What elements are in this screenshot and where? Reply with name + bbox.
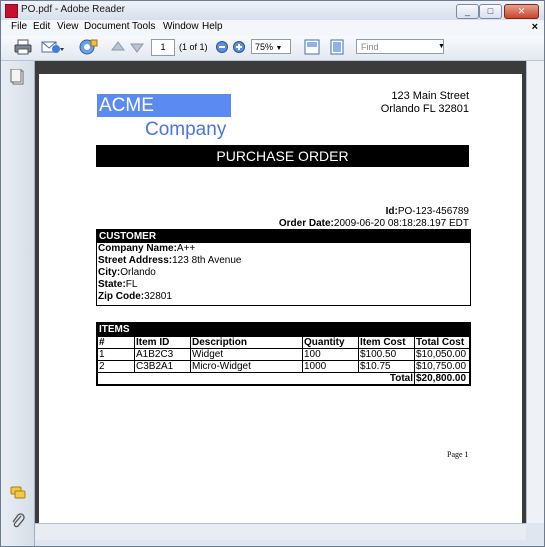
items-header-row: # Item ID Description Quantity Item Cost… [97, 336, 470, 349]
attachments-paperclip-icon[interactable] [10, 513, 26, 529]
maximize-button[interactable]: □ [479, 4, 502, 19]
close-button[interactable]: ✕ [504, 4, 539, 19]
previous-page-icon[interactable] [110, 39, 126, 56]
po-id-label: Id: [385, 206, 398, 217]
vertical-scrollbar[interactable] [526, 61, 544, 523]
app-window: PO.pdf - Adobe Reader _ □ ✕ File Edit Vi… [0, 0, 545, 547]
total-value: $20,800.00 [414, 372, 470, 385]
menu-window[interactable]: Window [163, 21, 199, 32]
table-cell: $10.75 [358, 360, 415, 373]
table-cell: 2 [97, 360, 135, 373]
column-header: Total Cost [414, 336, 470, 349]
column-header: Quantity [302, 336, 359, 349]
column-header: Description [190, 336, 303, 349]
table-cell: Micro-Widget [190, 360, 303, 373]
items-box: ITEMS # Item ID Description Quantity Ite… [96, 322, 471, 386]
menu-edit[interactable]: Edit [33, 21, 50, 32]
order-date: Order Date:2009-06-20 08:18:28.197 EDT [279, 218, 469, 229]
zoom-select[interactable]: 75% ▼ [251, 39, 291, 54]
column-header: # [97, 336, 135, 349]
table-row: 2 C3B2A1 Micro-Widget 1000 $10.75 $10,75… [97, 360, 470, 373]
fit-width-icon[interactable] [303, 39, 321, 56]
menu-help[interactable]: Help [202, 21, 223, 32]
customer-row: State:FL [98, 279, 138, 290]
email-icon[interactable] [41, 39, 65, 56]
items-heading: ITEMS [97, 323, 470, 336]
items-table: # Item ID Description Quantity Item Cost… [97, 336, 470, 385]
address-line-2: Orlando FL 32801 [380, 103, 469, 115]
minimize-button[interactable]: _ [456, 4, 479, 19]
column-header: Item Cost [358, 336, 415, 349]
toolbar: 1 (1 of 1) 75% ▼ Find ▼ [1, 36, 544, 61]
menu-tools[interactable]: Tools [132, 21, 155, 32]
find-options-chevron-icon[interactable]: ▼ [438, 43, 445, 60]
adobe-reader-icon [5, 4, 18, 18]
table-cell: 1 [97, 348, 135, 361]
customer-row: Company Name:A++ [98, 243, 196, 254]
navigation-pane [1, 61, 35, 546]
total-label: Total [97, 372, 415, 385]
customer-row: Zip Code:32801 [98, 291, 172, 302]
table-cell: 1000 [302, 360, 359, 373]
logo-acme: ACME [97, 94, 231, 117]
next-page-icon[interactable] [129, 39, 145, 56]
customer-heading: CUSTOMER [97, 230, 470, 243]
customer-box: CUSTOMER Company Name:A++ Street Address… [96, 229, 471, 306]
page-number-label: Page 1 [447, 450, 469, 459]
zoom-out-icon[interactable] [215, 39, 229, 56]
address-line-1: 123 Main Street [391, 90, 469, 102]
table-cell: $100.50 [358, 348, 415, 361]
table-cell: Widget [190, 348, 303, 361]
po-id-value: PO-123-456789 [397, 206, 469, 217]
total-row: Total $20,800.00 [97, 372, 470, 385]
menu-bar: File Edit View Document Tools Window Hel… [1, 20, 544, 37]
table-cell: C3B2A1 [134, 360, 191, 373]
print-icon[interactable] [14, 39, 32, 56]
comments-icon[interactable] [10, 485, 26, 501]
menu-view[interactable]: View [57, 21, 79, 32]
window-title: PO.pdf - Adobe Reader [21, 4, 125, 15]
order-date-value: 2009-06-20 08:18:28.197 EDT [333, 218, 469, 229]
title-bar: PO.pdf - Adobe Reader _ □ ✕ [1, 1, 544, 20]
table-cell: 100 [302, 348, 359, 361]
po-id: Id:PO-123-456789 [386, 206, 469, 217]
menu-document[interactable]: Document [84, 21, 130, 32]
customer-row: City:Orlando [98, 267, 156, 278]
chevron-down-icon: ▼ [275, 45, 283, 52]
customer-row: Street Address:123 8th Avenue [98, 255, 242, 266]
pdf-page: ACME Company 123 Main Street Orlando FL … [39, 74, 522, 523]
table-cell: A1B2C3 [134, 348, 191, 361]
logo-company: Company [145, 119, 227, 140]
pages-icon[interactable] [10, 68, 26, 85]
fit-page-icon[interactable] [328, 39, 346, 56]
collaborate-icon[interactable] [78, 39, 98, 56]
page-number-input[interactable]: 1 [151, 39, 175, 56]
company-address: 123 Main Street Orlando FL 32801 [381, 90, 469, 116]
find-input[interactable]: Find [356, 39, 444, 54]
zoom-in-icon[interactable] [232, 39, 246, 56]
page-count-label: (1 of 1) [179, 42, 208, 52]
table-cell: $10,750.00 [414, 360, 470, 373]
table-cell: $10,050.00 [414, 348, 470, 361]
menu-file[interactable]: File [11, 21, 27, 32]
purchase-order-banner: PURCHASE ORDER [96, 145, 469, 167]
column-header: Item ID [134, 336, 191, 349]
order-date-label: Order Date: [278, 218, 334, 229]
table-row: 1 A1B2C3 Widget 100 $100.50 $10,050.00 [97, 348, 470, 361]
horizontal-scrollbar[interactable] [35, 523, 526, 540]
document-close-icon[interactable]: × [532, 21, 538, 33]
